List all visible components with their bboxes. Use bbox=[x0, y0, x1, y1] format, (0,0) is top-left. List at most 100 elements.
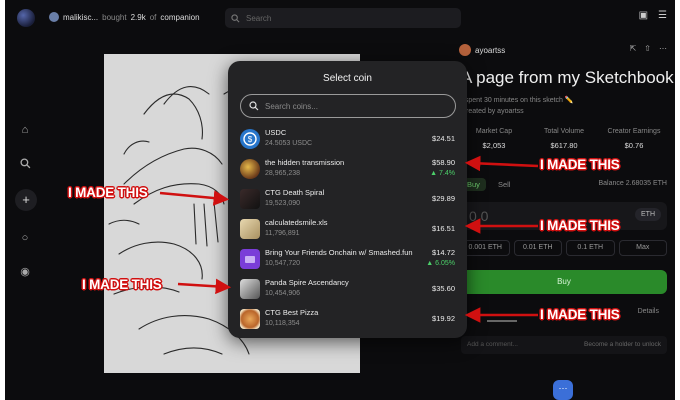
activity-avatar bbox=[49, 12, 59, 22]
stat-value: $0.76 bbox=[624, 141, 644, 150]
coin-balance: 10,118,354 bbox=[265, 320, 300, 327]
coin-thumbnail bbox=[240, 159, 260, 179]
usdc-icon: $ bbox=[240, 129, 260, 149]
coin-value: $19.92 bbox=[432, 314, 455, 323]
app-window: malikisc... bought 2.9k of companion Sea… bbox=[5, 0, 675, 400]
coin-balance: 19,523,090 bbox=[265, 200, 301, 207]
coin-name: CTG Death Spiral bbox=[265, 188, 325, 197]
comment-placeholder: Add a comment... bbox=[467, 341, 518, 348]
zora-logo[interactable] bbox=[17, 9, 35, 27]
coin-balance: 10,454,906 bbox=[265, 290, 301, 297]
search-icon bbox=[249, 101, 259, 111]
coin-row[interactable]: Bring Your Friends Onchain w/ Smashed.fu… bbox=[228, 244, 467, 274]
coin-value: $29.89 bbox=[432, 194, 455, 203]
select-coin-modal: Select coin $ USDC 24.5053 USDC $24.51 t… bbox=[228, 61, 467, 338]
activity-action: bought bbox=[102, 12, 127, 22]
coin-row[interactable]: the hidden transmission 28,965,238 $58.9… bbox=[228, 154, 467, 184]
amount-value: 0.0 bbox=[469, 208, 489, 224]
coin-thumbnail bbox=[240, 189, 260, 209]
activity-user: malikisc... bbox=[63, 12, 99, 22]
bell-icon[interactable]: ○ bbox=[17, 230, 33, 246]
coin-name: USDC bbox=[265, 128, 287, 137]
search-icon bbox=[231, 13, 240, 22]
coin-search-input[interactable] bbox=[265, 101, 445, 111]
coin-row[interactable]: calculatedsmile.xls 11,796,891 $16.51 bbox=[228, 214, 467, 244]
activity-coin: companion bbox=[160, 12, 200, 22]
stat-volume: Total Volume $617.80 bbox=[531, 128, 597, 150]
post-title: A page from my Sketchbook bbox=[461, 68, 674, 87]
quick-amount-button[interactable]: 0.01 ETH bbox=[513, 240, 562, 256]
coin-thumbnail bbox=[240, 309, 260, 329]
coin-balance: 10,547,720 bbox=[265, 260, 301, 267]
post-description: I spent 30 minutes on this sketch ✏️ bbox=[461, 97, 574, 104]
coin-value: $14.72 bbox=[432, 248, 455, 257]
buy-button[interactable]: Buy bbox=[461, 270, 667, 294]
top-bar: malikisc... bought 2.9k of companion Sea… bbox=[5, 0, 675, 36]
quick-amounts: 0.001 ETH 0.01 ETH 0.1 ETH Max bbox=[461, 240, 667, 256]
coin-change: ▲ 6.05% bbox=[426, 260, 455, 267]
activity-ticker[interactable]: malikisc... bought 2.9k of companion bbox=[49, 12, 200, 22]
coin-thumbnail bbox=[240, 279, 260, 299]
top-icons: ▣ ☰ bbox=[639, 10, 667, 21]
coin-name: calculatedsmile.xls bbox=[265, 218, 328, 227]
global-search-input[interactable]: Search bbox=[225, 8, 461, 28]
creator-avatar bbox=[459, 44, 471, 56]
wallet-balance: Balance 2.68035 ETH bbox=[598, 180, 668, 187]
coin-name: Bring Your Friends Onchain w/ Smashed.fu… bbox=[265, 248, 413, 257]
share-icon[interactable]: ⇧ bbox=[644, 44, 651, 53]
coin-search-field[interactable] bbox=[240, 94, 456, 118]
wallet-icon[interactable]: ▣ bbox=[639, 10, 648, 21]
comment-input[interactable]: Add a comment... Become a holder to unlo… bbox=[461, 336, 667, 354]
activity-of: of bbox=[149, 12, 157, 22]
stat-label: Market Cap bbox=[475, 128, 513, 135]
stat-value: $2,053 bbox=[482, 141, 506, 150]
coin-thumbnail bbox=[240, 219, 260, 239]
creator-row[interactable]: ayoartss bbox=[459, 44, 505, 56]
coin-value: $24.51 bbox=[432, 134, 455, 143]
tab-details[interactable]: Details bbox=[638, 308, 659, 315]
amount-input[interactable]: 0.0 ETH bbox=[461, 202, 667, 230]
sidebar: ⌂ + ○ ◉ bbox=[5, 36, 45, 400]
svg-text:$: $ bbox=[248, 135, 253, 144]
currency-select[interactable]: ETH bbox=[635, 208, 661, 221]
sidebar-search-icon[interactable] bbox=[17, 158, 33, 174]
coin-row-usdc[interactable]: $ USDC 24.5053 USDC $24.51 bbox=[228, 124, 467, 154]
home-icon[interactable]: ⌂ bbox=[17, 122, 33, 138]
profile-icon[interactable]: ◉ bbox=[17, 264, 33, 280]
coin-name: Panda Spire Ascendancy bbox=[265, 278, 349, 287]
coin-row[interactable]: CTG Best Pizza 10,118,354 $19.92 bbox=[228, 304, 467, 334]
global-search-placeholder: Search bbox=[246, 13, 272, 23]
comment-hint: Become a holder to unlock bbox=[584, 341, 661, 348]
stat-label: Total Volume bbox=[543, 128, 585, 135]
post-details-panel: ayoartss ⇱ ⇧ ⋯ A page from my Sketchbook… bbox=[453, 36, 675, 400]
quick-amount-button[interactable]: 0.001 ETH bbox=[461, 240, 510, 256]
menu-icon[interactable]: ☰ bbox=[658, 10, 667, 21]
stat-value: $617.80 bbox=[550, 141, 578, 150]
post-stats: Market Cap $2,053 Total Volume $617.80 C… bbox=[461, 128, 667, 150]
create-button[interactable]: + bbox=[15, 189, 37, 211]
coin-value: $58.90 bbox=[432, 158, 455, 167]
activity-amount: 2.9k bbox=[130, 12, 146, 22]
post-created-by: Created by ayoartss bbox=[461, 108, 524, 115]
tab-underline bbox=[487, 320, 517, 322]
more-icon[interactable]: ⋯ bbox=[659, 44, 667, 53]
modal-title: Select coin bbox=[323, 73, 372, 84]
chat-icon[interactable]: ⋯ bbox=[553, 380, 573, 400]
stat-earnings: Creator Earnings $0.76 bbox=[601, 128, 667, 150]
coin-balance: 28,965,238 bbox=[265, 170, 301, 177]
tab-sell[interactable]: Sell bbox=[492, 178, 517, 191]
post-actions: ⇱ ⇧ ⋯ bbox=[630, 44, 667, 53]
coin-row[interactable]: CTG Death Spiral 19,523,090 $29.89 bbox=[228, 184, 467, 214]
stat-market-cap: Market Cap $2,053 bbox=[461, 128, 527, 150]
quick-amount-button[interactable]: 0.1 ETH bbox=[566, 240, 615, 256]
coin-change: ▲ 7.4% bbox=[430, 170, 455, 177]
quick-amount-max-button[interactable]: Max bbox=[618, 240, 667, 256]
coin-balance: 11,796,891 bbox=[265, 230, 300, 237]
coin-balance: 24.5053 USDC bbox=[265, 140, 313, 147]
coin-value: $35.60 bbox=[432, 284, 455, 293]
coin-row[interactable]: Panda Spire Ascendancy 10,454,906 $35.60 bbox=[228, 274, 467, 304]
fullscreen-icon[interactable]: ⇱ bbox=[630, 44, 637, 53]
coin-thumbnail bbox=[240, 249, 260, 269]
stat-label: Creator Earnings bbox=[607, 128, 661, 135]
trade-tabs: Buy Sell bbox=[461, 178, 516, 191]
